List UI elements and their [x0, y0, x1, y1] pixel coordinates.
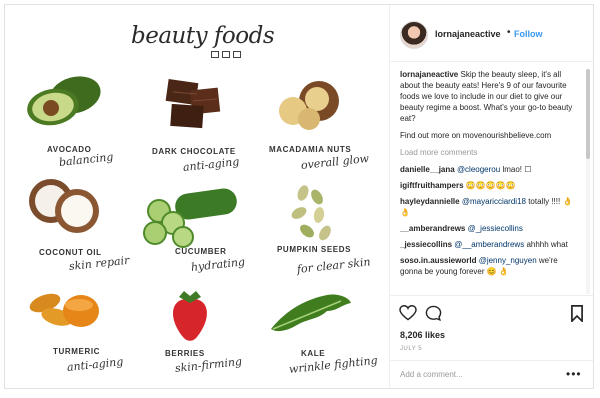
- comment-item: hayleydannielle @mayaricciardi18 totally…: [400, 196, 580, 218]
- caption: lornajaneactive Skip the beauty sleep, i…: [400, 69, 580, 124]
- comment-username[interactable]: __amberandrews: [400, 224, 465, 233]
- add-comment-row: •••: [390, 360, 593, 388]
- caption-username[interactable]: lornajaneactive: [400, 70, 458, 79]
- chocolate-icon: [165, 79, 221, 129]
- strawberry-icon: [173, 291, 207, 341]
- like-icon[interactable]: [399, 304, 417, 322]
- more-options-icon[interactable]: •••: [566, 367, 582, 381]
- avatar[interactable]: [400, 21, 428, 49]
- food-name: DARK CHOCOLATE: [152, 147, 236, 156]
- header-separator: •: [507, 27, 511, 38]
- bookmark-icon[interactable]: [568, 304, 586, 322]
- food-benefit: anti-aging: [182, 155, 240, 174]
- comment-mention[interactable]: @jenny_nguyen: [479, 256, 537, 265]
- poster-title-decoration: [211, 51, 241, 58]
- comment-item: soso.in.aussieworld @jenny_nguyen we're …: [400, 255, 580, 277]
- coconut-icon: [29, 179, 99, 233]
- header-username[interactable]: lornajaneactive: [435, 29, 501, 39]
- comment-text: lmao! ☐: [502, 165, 532, 174]
- comment-icon[interactable]: [424, 304, 442, 322]
- comment-text: 😳😳😳😳😳: [465, 181, 516, 190]
- comments-scrollbar[interactable]: [586, 69, 590, 294]
- post-date: JULY 5: [400, 346, 423, 352]
- comment-text: ahhhh what: [526, 240, 568, 249]
- add-comment-input[interactable]: [400, 370, 550, 379]
- comment-item: danielle__jana @cleogerou lmao! ☐: [400, 164, 580, 175]
- comment-mention[interactable]: @__amberandrews: [454, 240, 524, 249]
- comment-item: igiftfruithampers 😳😳😳😳😳: [400, 180, 580, 191]
- post-sidebar: lornajaneactive • Follow lornajaneactive…: [389, 5, 593, 388]
- likes-count[interactable]: 8,206 likes: [400, 330, 445, 340]
- comment-username[interactable]: igiftfruithampers: [400, 181, 464, 190]
- post-actions: 8,206 likes JULY 5 •••: [390, 295, 593, 388]
- comment-username[interactable]: danielle__jana: [400, 165, 455, 174]
- comment-mention[interactable]: @mayaricciardi18: [462, 197, 526, 206]
- food-name: TURMERIC: [53, 347, 101, 356]
- comment-item: __amberandrews @_jessiecollins: [400, 223, 580, 234]
- comments-list[interactable]: lornajaneactive Skip the beauty sleep, i…: [400, 69, 580, 294]
- food-benefit: for clear skin: [296, 255, 372, 276]
- food-benefit: overall glow: [300, 151, 370, 172]
- food-name: BERRIES: [165, 349, 205, 358]
- comments-scrollbar-thumb[interactable]: [586, 69, 590, 159]
- avocado-icon: [27, 76, 101, 126]
- comment-username[interactable]: soso.in.aussieworld: [400, 256, 476, 265]
- turmeric-icon: [29, 293, 99, 327]
- food-name: CUCUMBER: [175, 247, 227, 256]
- caption-link-text: Find out more on movenourishbelieve.com: [400, 131, 552, 140]
- food-name: COCONUT OIL: [39, 248, 102, 257]
- food-name: PUMPKIN SEEDS: [277, 245, 352, 254]
- post-frame: beauty foods AVOCADO balancing DARK CHOC…: [4, 4, 594, 389]
- comment-mention[interactable]: @cleogerou: [457, 165, 500, 174]
- comment-item: _jessiecollins @__amberandrews ahhhh wha…: [400, 239, 580, 250]
- load-more-comments-button[interactable]: Load more comments: [400, 147, 580, 158]
- food-name: KALE: [301, 349, 326, 358]
- poster-title: beauty foods: [131, 23, 275, 49]
- kale-icon: [271, 294, 351, 332]
- macadamia-icon: [279, 81, 339, 130]
- comment-mention[interactable]: @_jessiecollins: [468, 224, 523, 233]
- follow-button[interactable]: Follow: [514, 29, 543, 39]
- post-image[interactable]: beauty foods AVOCADO balancing DARK CHOC…: [5, 5, 389, 388]
- pumpkin-seeds-icon: [291, 185, 331, 241]
- comment-username[interactable]: hayleydannielle: [400, 197, 460, 206]
- food-benefit: anti-aging: [66, 355, 124, 374]
- comment-username[interactable]: _jessiecollins: [400, 240, 452, 249]
- food-name: MACADAMIA NUTS: [269, 145, 352, 154]
- post-header: lornajaneactive • Follow: [390, 5, 593, 62]
- cucumber-icon: [143, 188, 237, 248]
- food-benefit: hydrating: [190, 255, 246, 274]
